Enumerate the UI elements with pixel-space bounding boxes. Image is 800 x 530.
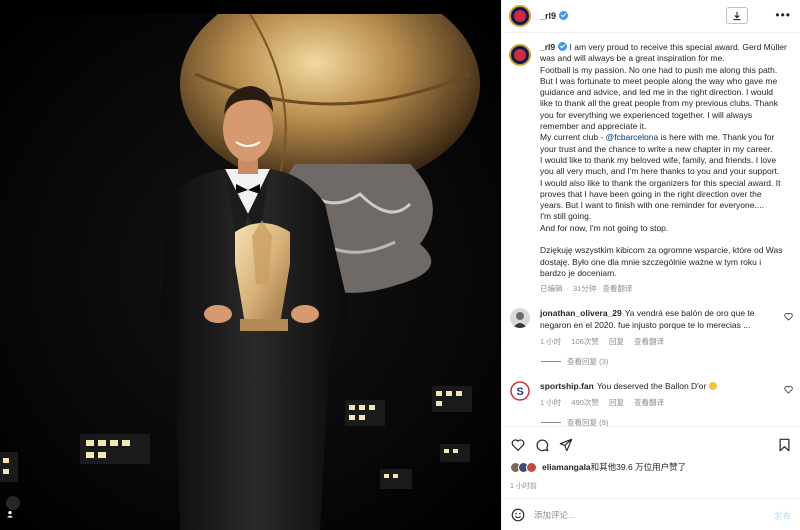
replies-divider <box>541 422 561 424</box>
comment-meta: 1 小时 490次赞 回复 查看翻译 <box>540 397 777 408</box>
comment-likes[interactable]: 490次赞 <box>571 398 599 407</box>
svg-text:S: S <box>516 386 523 398</box>
photo-top-bar <box>0 0 501 14</box>
post-actions-bar <box>502 426 800 466</box>
caption-line: your trust and the chance to write a new… <box>540 143 773 154</box>
caption-line: remember and appreciate it. <box>540 121 647 132</box>
caption-text: _rl9 I am very proud to receive this spe… <box>540 42 793 279</box>
heart-icon[interactable] <box>784 385 793 394</box>
caption-meta: 已编辑 · 31分钟 查看翻译 <box>540 284 633 294</box>
caption-line: you all very much, and I'm here thanks t… <box>540 166 780 177</box>
caption-line: Dziękuję wszystkim kibicom za ogromne ws… <box>540 245 783 256</box>
comment-timestamp[interactable]: 1 小时 <box>540 337 561 346</box>
comment-username[interactable]: sportship.fan <box>540 381 594 391</box>
caption-line: proves that I have been going in the rig… <box>540 188 762 199</box>
comment-body: negaron en el 2020. fue injusto porque t… <box>540 319 751 330</box>
see-translation-link[interactable]: 查看翻译 <box>602 284 632 293</box>
see-translation-link[interactable]: 查看翻译 <box>634 398 664 407</box>
caption-line: I would like to thank my beloved wife, f… <box>540 154 777 165</box>
post-comment-button[interactable]: 发布 <box>774 510 791 522</box>
post-header: _rl9 ••• <box>502 0 800 33</box>
caption-line: years. But I want to finish with one rem… <box>540 200 764 211</box>
replies-divider <box>541 360 561 362</box>
caption-line: I'm still going. <box>540 211 592 222</box>
post-timestamp[interactable]: 1 小时前 <box>510 481 537 491</box>
caption-line: you for everything we experienced togeth… <box>540 109 753 120</box>
comment-body: Ya vendrá ese balón de oro que te <box>624 308 755 319</box>
smiley-emoji-icon <box>708 381 717 390</box>
view-replies-label[interactable]: 查看回复 (3) <box>567 356 608 367</box>
likes-text: eliamangala和其他39.6 万位用户赞了 <box>542 461 686 473</box>
comment-input[interactable] <box>534 509 754 520</box>
caption-line: is here with me. Thank you for <box>658 132 775 143</box>
reply-button[interactable]: 回复 <box>609 337 624 346</box>
comment-body: You deserved the Ballon D'or <box>596 380 707 391</box>
view-replies-label[interactable]: 查看回复 (9) <box>567 417 608 426</box>
more-options-icon[interactable]: ••• <box>775 9 791 21</box>
view-replies-button[interactable]: 查看回复 (3) <box>541 356 777 367</box>
caption-line: was and will always be a great inspirati… <box>540 53 725 64</box>
send-icon[interactable] <box>559 438 573 452</box>
heart-icon[interactable] <box>511 438 525 452</box>
comment-meta: 1 小时 106次赞 回复 查看翻译 <box>540 336 777 347</box>
user-tag-icon <box>7 511 13 518</box>
mention-link[interactable]: @fcbarcelona <box>606 132 659 142</box>
heart-icon[interactable] <box>784 312 793 321</box>
add-comment-bar: 发布 <box>502 498 800 530</box>
post-photo[interactable] <box>0 0 501 530</box>
caption-line: bardzo je doceniam. <box>540 267 617 278</box>
verified-badge-icon <box>559 11 569 20</box>
caption-line: I would also like to thank the organizer… <box>540 177 781 188</box>
caption-line: dostaję. Było one dla mnie szczególnie w… <box>540 256 762 267</box>
bookmark-icon[interactable] <box>778 438 791 452</box>
avatar[interactable] <box>509 44 531 66</box>
caption-line: guidance and advice, and led me in the r… <box>540 87 773 98</box>
caption-line: Football is my passion. No one had to pu… <box>540 64 778 75</box>
comment-likes[interactable]: 106次赞 <box>571 337 599 346</box>
liker-avatar <box>526 461 537 473</box>
caption-line: But I was fortunate to meet people along… <box>540 75 778 86</box>
comment-text: jonathan_olivera_29 Ya vendrá ese balón d… <box>540 308 777 331</box>
download-icon <box>733 11 741 20</box>
likes-count-text[interactable]: 和其他39.6 万位用户赞了 <box>591 462 686 472</box>
smiley-icon[interactable] <box>511 508 525 522</box>
caption-line: And for now, I'm not going to stop. <box>540 222 669 233</box>
caption-timestamp[interactable]: 31分钟 <box>573 284 596 293</box>
comment-text: sportship.fan You deserved the Ballon D'o… <box>540 381 777 392</box>
comments-scroll-area[interactable]: _rl9 I am very proud to receive this spe… <box>502 34 800 426</box>
post-dialog: _rl9 ••• _rl9 I am very proud to receive… <box>0 0 800 530</box>
edited-label: 已编辑 <box>540 284 563 294</box>
avatar[interactable] <box>509 5 531 27</box>
avatar-image <box>510 308 530 329</box>
avatar[interactable] <box>510 308 530 329</box>
comment-username[interactable]: jonathan_olivera_29 <box>540 308 622 318</box>
comment-item: jonathan_olivera_29 Ya vendrá ese balón d… <box>502 308 800 367</box>
liker-username[interactable]: eliamangala <box>542 462 591 472</box>
caption-line: I am very proud to receive this special … <box>569 42 787 52</box>
caption-username[interactable]: _rl9 <box>540 42 555 52</box>
reply-button[interactable]: 回复 <box>609 398 624 407</box>
post-image <box>0 14 501 530</box>
caption-line: like to thank all the great people from … <box>540 98 778 109</box>
verified-badge-icon <box>558 42 568 51</box>
avatar-image: S <box>510 380 530 401</box>
download-button[interactable] <box>726 7 748 24</box>
comment-item: S sportship.fan You deserved the Ballon D… <box>502 380 800 426</box>
comment-icon[interactable] <box>535 438 549 452</box>
see-translation-link[interactable]: 查看翻译 <box>634 337 664 346</box>
view-replies-button[interactable]: 查看回复 (9) <box>541 417 777 426</box>
post-details-pane: _rl9 ••• _rl9 I am very proud to receive… <box>501 0 800 530</box>
tag-users-button[interactable] <box>6 496 20 518</box>
post-author-username[interactable]: _rl9 <box>540 11 569 21</box>
post-caption: _rl9 I am very proud to receive this spe… <box>502 34 800 294</box>
avatar[interactable]: S <box>510 380 530 401</box>
caption-line: My current club - <box>540 132 606 143</box>
likes-summary[interactable]: eliamangala和其他39.6 万位用户赞了 <box>510 461 686 473</box>
comment-timestamp[interactable]: 1 小时 <box>540 398 561 407</box>
username-text[interactable]: _rl9 <box>540 11 556 21</box>
